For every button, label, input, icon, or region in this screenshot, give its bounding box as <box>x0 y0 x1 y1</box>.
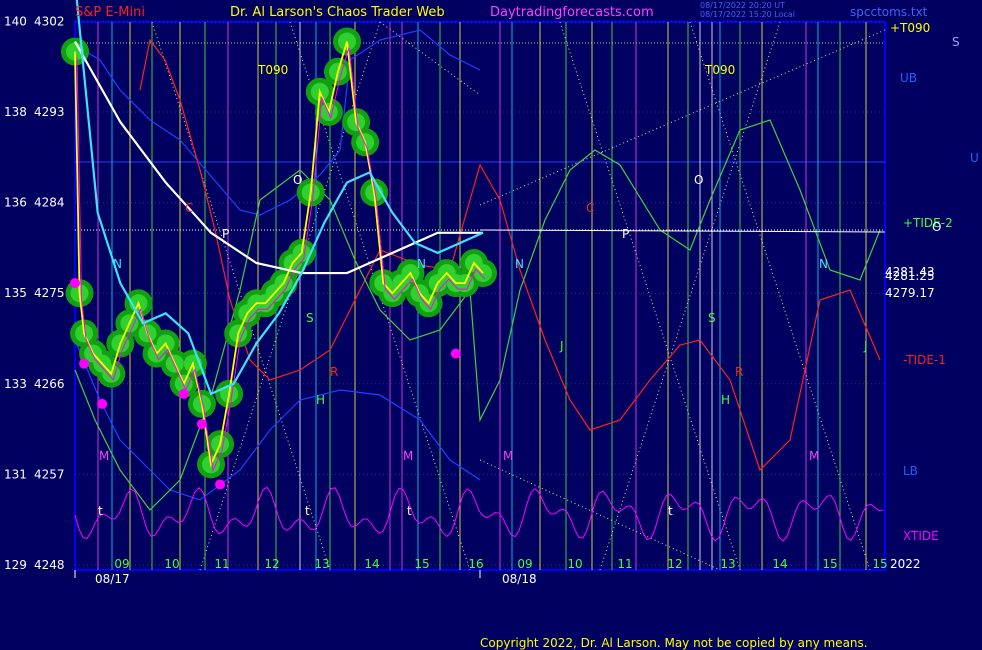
annotation-label: C <box>185 201 193 215</box>
gann-line <box>559 21 741 571</box>
label-s: S <box>952 35 960 49</box>
year-label: 2022 <box>890 557 921 571</box>
gann-line <box>479 459 721 571</box>
x-hour-label: 11 <box>214 557 229 571</box>
pivot-dot <box>450 348 461 359</box>
annotation-label: H <box>316 393 325 407</box>
x-hour-label: 15 <box>872 557 887 571</box>
x-hour-label: 14 <box>364 557 379 571</box>
y-left-label: 140 <box>4 14 27 28</box>
label-lb: LB <box>903 464 918 478</box>
y-price-label: 4302 <box>34 14 65 28</box>
header-site: Dr. Al Larson's Chaos Trader Web <box>230 5 445 20</box>
x-hour-label: 15 <box>822 557 837 571</box>
plot-frame <box>74 21 886 571</box>
x-hour-label: 12 <box>667 557 682 571</box>
y-left-label: 136 <box>4 196 27 210</box>
label-price-c: 4279.17 <box>885 286 935 300</box>
x-hour-label: 10 <box>164 557 179 571</box>
gann-line <box>379 21 481 96</box>
label-tide-minus-1: -TIDE-1 <box>903 353 946 367</box>
pivot-dot <box>70 278 80 289</box>
label-o: O <box>932 220 941 234</box>
x-hour-label: 13 <box>720 557 735 571</box>
annotation-label: P <box>622 227 629 241</box>
annotation-label: J <box>863 339 868 353</box>
y-price-label: 4293 <box>34 105 65 119</box>
y-left-label: 131 <box>4 467 27 481</box>
x-hour-label: 15 <box>414 557 429 571</box>
annotation-label: M <box>99 449 109 463</box>
annotation-label: J <box>559 339 564 353</box>
x-hour-label: 11 <box>617 557 632 571</box>
annotation-label: N <box>819 257 828 271</box>
annotation-label: C <box>586 201 594 215</box>
tide-plus-line <box>74 119 881 511</box>
label-t090-right: +T090 <box>890 21 930 35</box>
y-price-label: 4248 <box>34 558 65 572</box>
label-u: U <box>970 151 979 165</box>
x-hour-label: 12 <box>264 557 279 571</box>
pivot-dot <box>215 479 226 490</box>
price-line <box>74 41 484 468</box>
annotation-label: S <box>306 311 314 325</box>
header-timestamp-local: 08/17/2022 15:20 Local <box>700 10 795 19</box>
annotation-label: P <box>222 227 229 241</box>
x-hour-label: 09 <box>114 557 129 571</box>
header-timestamp-utc: 08/17/2022 20:20 UT <box>700 1 785 10</box>
x-hour-label: 10 <box>567 557 582 571</box>
x-hour-label: 13 <box>314 557 329 571</box>
y-price-label: 4284 <box>34 196 65 210</box>
label-price-b: 4281.25 <box>885 269 935 283</box>
label-tide-plus-2: +TIDE-2 <box>903 216 953 230</box>
y-left-label: 135 <box>4 286 27 300</box>
tide-minus-line <box>139 38 881 472</box>
x-hour-label: 14 <box>772 557 787 571</box>
y-price-label: 4257 <box>34 467 65 481</box>
pivot-dot <box>196 419 207 430</box>
annotation-label: t <box>98 504 103 518</box>
header-instrument: S&P E-Mini <box>75 5 145 20</box>
pivot-dot <box>97 398 108 409</box>
y-left-label: 138 <box>4 105 27 119</box>
annotation-label: O <box>293 173 302 187</box>
pivot-dot <box>79 358 90 369</box>
annotation-label: M <box>403 449 413 463</box>
pivot-dot <box>178 388 189 399</box>
y-price-label: 4275 <box>34 286 65 300</box>
copyright-footer: Copyright 2022, Dr. Al Larson. May not b… <box>480 636 868 650</box>
header-file: spcctoms.txt <box>850 5 928 19</box>
label-ub: UB <box>900 71 917 85</box>
x-hour-label: 09 <box>517 557 532 571</box>
annotation-label: N <box>417 257 426 271</box>
x-hour-label: 16 <box>468 557 483 571</box>
label-xtide: XTIDE <box>903 529 939 543</box>
annotation-label: S <box>708 311 716 325</box>
lb-band <box>74 339 481 501</box>
annotation-label: N <box>515 257 524 271</box>
annotation-label: H <box>721 393 730 407</box>
header-url[interactable]: Daytradingforecasts.com <box>490 5 654 20</box>
x-date-label: 08/17 <box>95 572 130 586</box>
gann-line <box>151 21 331 571</box>
y-price-label: 4266 <box>34 377 65 391</box>
gann-line <box>689 21 871 571</box>
y-left-label: 133 <box>4 377 27 391</box>
annotation-label: R <box>330 365 338 379</box>
annotation-label: t <box>407 504 412 518</box>
annotation-label: T090 <box>257 63 288 77</box>
annotation-label: t <box>305 504 310 518</box>
annotation-label: R <box>735 365 743 379</box>
annotation-label: t <box>668 504 673 518</box>
y-left-label: 129 <box>4 558 27 572</box>
gann-line <box>479 29 886 206</box>
annotation-label: O <box>694 173 703 187</box>
annotation-label: T090 <box>704 63 735 77</box>
annotation-label: M <box>503 449 513 463</box>
x-date-label: 08/18 <box>502 572 537 586</box>
annotation-label: M <box>809 449 819 463</box>
chart-canvas: 140 4302138 4293136 4284135 4275133 4266131 42… <box>4 0 979 586</box>
gann-line <box>599 21 781 571</box>
annotation-label: N <box>113 257 122 271</box>
